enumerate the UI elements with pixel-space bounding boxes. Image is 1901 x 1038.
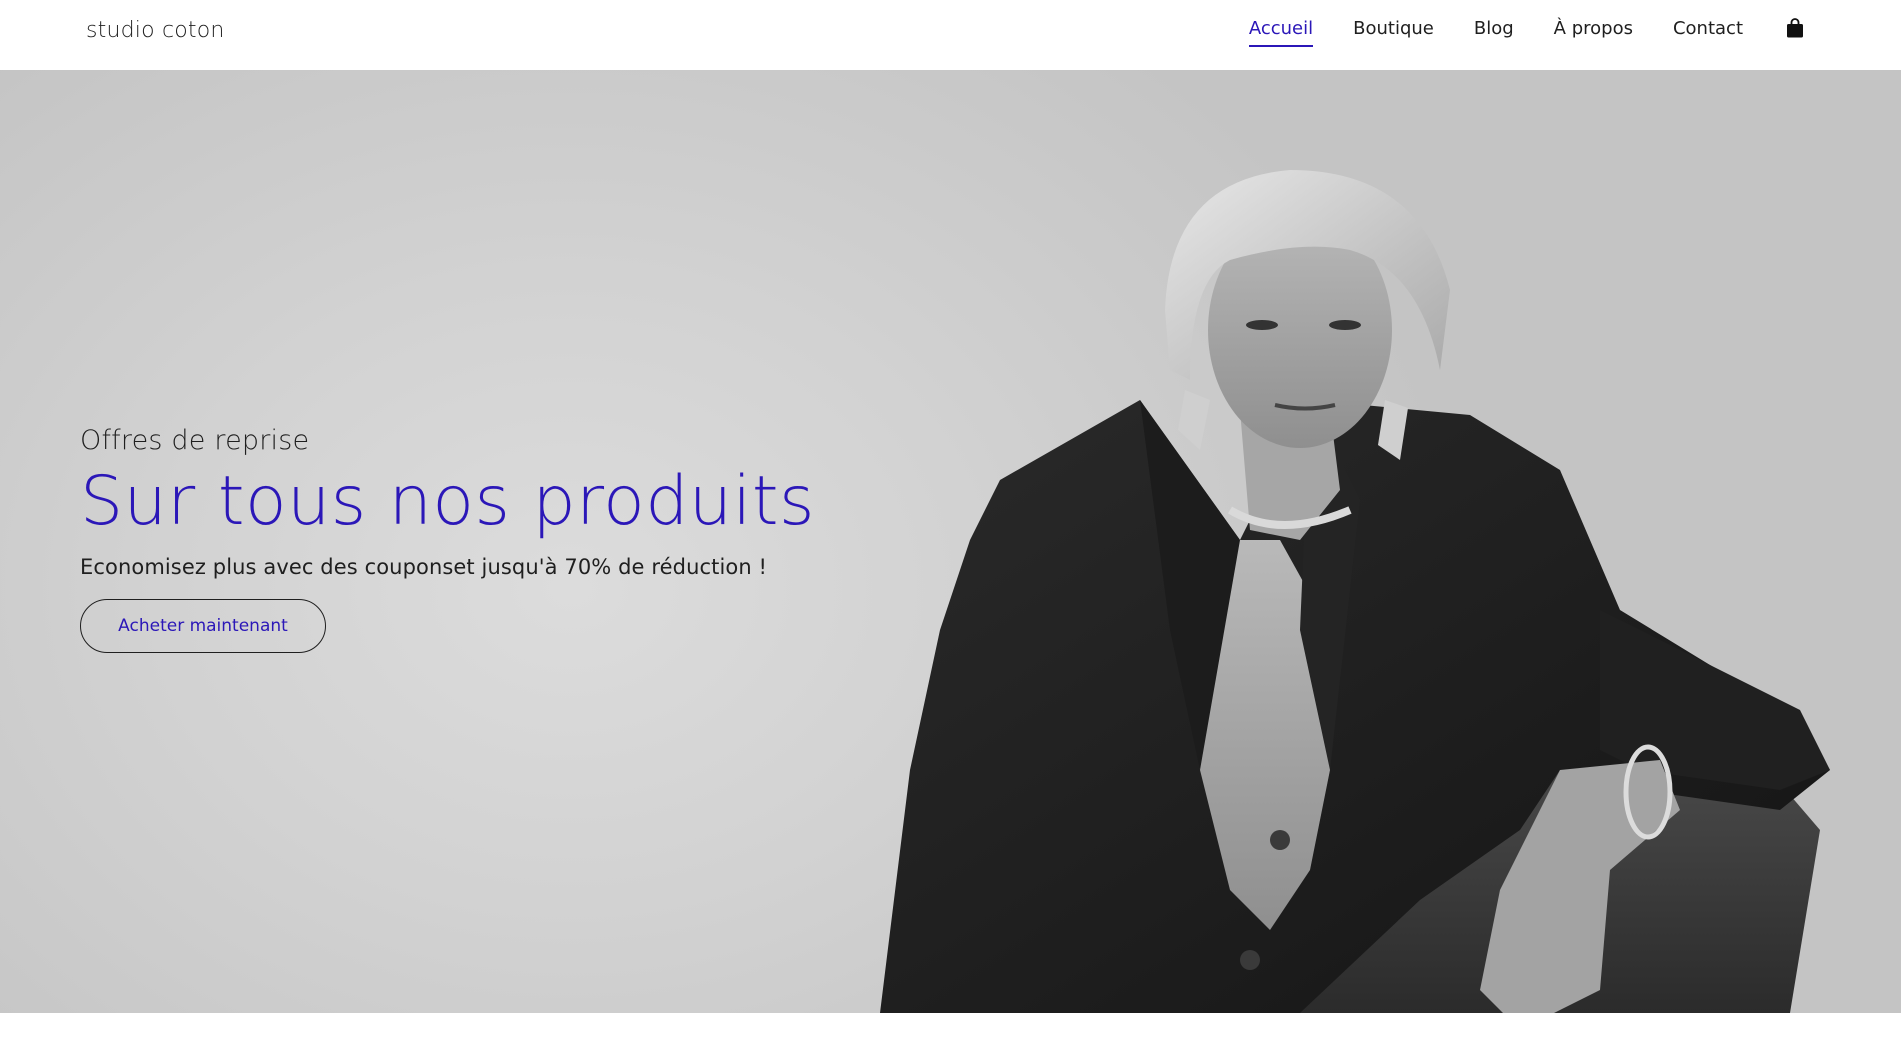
main-nav: Accueil Boutique Blog À propos Contact xyxy=(1248,17,1805,47)
nav-item-a-propos[interactable]: À propos xyxy=(1554,18,1633,45)
hero-kicker: Offres de reprise xyxy=(80,425,310,456)
cart-button[interactable] xyxy=(1785,17,1805,39)
shopping-bag-icon xyxy=(1787,18,1803,38)
site-logo[interactable]: studio coton xyxy=(86,18,225,43)
shop-now-button[interactable]: Acheter maintenant xyxy=(80,599,326,654)
page-bottom-strip xyxy=(0,1013,1901,1038)
site-header: studio coton Accueil Boutique Blog À pro… xyxy=(0,0,1901,70)
nav-item-boutique[interactable]: Boutique xyxy=(1353,18,1434,45)
nav-item-contact[interactable]: Contact xyxy=(1673,18,1743,45)
nav-item-blog[interactable]: Blog xyxy=(1474,18,1514,45)
nav-item-accueil[interactable]: Accueil xyxy=(1248,18,1314,47)
hero-text-block: Offres de reprise Sur tous nos produits … xyxy=(80,425,815,654)
hero-title: Sur tous nos produits xyxy=(80,462,815,541)
hero-subtitle: Economisez plus avec des couponset jusqu… xyxy=(80,555,768,580)
hero-banner: Offres de reprise Sur tous nos produits … xyxy=(0,70,1901,1013)
